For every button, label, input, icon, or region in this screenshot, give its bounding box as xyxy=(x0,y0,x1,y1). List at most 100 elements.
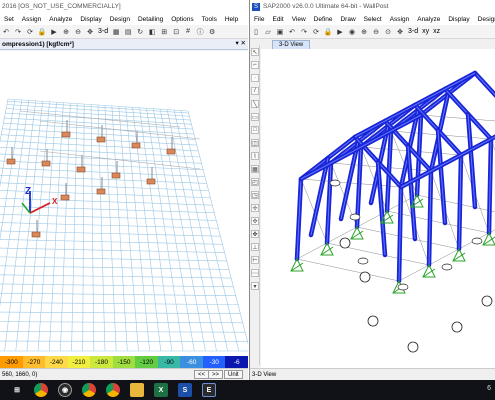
right-menu-draw[interactable]: Draw xyxy=(336,16,359,23)
reaction-marker-icon xyxy=(349,213,361,221)
pan-icon[interactable]: ✥ xyxy=(395,27,405,37)
windows-start-icon[interactable]: ⊞ xyxy=(10,383,24,397)
clear-selection-icon[interactable]: ◳ xyxy=(251,191,259,199)
draw-rect-area-icon[interactable]: □ xyxy=(251,126,259,134)
refresh-icon[interactable]: ⟳ xyxy=(25,27,35,37)
view-3d-button[interactable]: 3-d xyxy=(406,28,420,35)
left-model-svg[interactable]: Z X xyxy=(0,51,248,356)
undo-icon[interactable]: ↶ xyxy=(287,27,297,37)
zoom-fit-icon[interactable]: ⊙ xyxy=(383,27,393,37)
display-options-icon[interactable]: ◧ xyxy=(147,27,157,37)
pan-icon[interactable]: ✥ xyxy=(85,27,95,37)
reshape-icon[interactable]: ⌐ xyxy=(251,61,259,69)
view-xz-button[interactable]: xz xyxy=(431,28,442,35)
left-menu-design[interactable]: Design xyxy=(106,16,134,23)
left-model-viewport[interactable]: Z X xyxy=(0,51,248,356)
section-icon[interactable]: ⊞ xyxy=(159,27,169,37)
view-xy-button[interactable]: xy xyxy=(420,28,431,35)
labels-icon[interactable]: ⓘ xyxy=(195,27,205,37)
file-explorer-icon[interactable] xyxy=(130,383,144,397)
footing-pad xyxy=(111,172,121,179)
snap-fine-grid-icon[interactable]: ⋯ xyxy=(251,269,259,277)
save-icon[interactable]: ▣ xyxy=(275,27,285,37)
elevation-view-icon[interactable]: ▤ xyxy=(123,27,133,37)
left-menu-analyze[interactable]: Analyze xyxy=(45,16,76,23)
units-button[interactable]: Unit xyxy=(224,370,243,379)
pointer-icon[interactable]: ↖ xyxy=(251,48,259,56)
left-menu-display[interactable]: Display xyxy=(76,16,105,23)
draw-solid-icon[interactable]: ◫ xyxy=(251,139,259,147)
excel-icon[interactable]: X xyxy=(154,383,168,397)
right-menu-view[interactable]: View xyxy=(288,16,310,23)
rotate-icon[interactable]: ↻ xyxy=(135,27,145,37)
settings-icon[interactable]: ⚙ xyxy=(207,27,217,37)
right-menu-assign[interactable]: Assign xyxy=(386,16,414,23)
left-menu-detailing[interactable]: Detailing xyxy=(134,16,167,23)
view-3d-button[interactable]: 3-d xyxy=(96,28,110,35)
zoom-in-icon[interactable]: ⊕ xyxy=(61,27,71,37)
redo-icon[interactable]: ↷ xyxy=(13,27,23,37)
draw-cable-icon[interactable]: ╲ xyxy=(251,100,259,108)
next-button[interactable]: >> xyxy=(208,370,224,379)
tab-3d-view[interactable]: 3-D View xyxy=(272,40,311,49)
chrome-icon[interactable] xyxy=(34,383,48,397)
stop-icon[interactable]: ◉ xyxy=(347,27,357,37)
refresh-icon[interactable]: ⟳ xyxy=(311,27,321,37)
beam-line xyxy=(19,110,181,128)
select-all-icon[interactable]: ▦ xyxy=(251,165,259,173)
snap-midpoint-icon[interactable]: ✣ xyxy=(251,217,259,225)
left-menu-assign[interactable]: Assign xyxy=(18,16,46,23)
right-menu-select[interactable]: Select xyxy=(360,16,386,23)
left-menu-options[interactable]: Options xyxy=(167,16,197,23)
zoom-out-icon[interactable]: ⊖ xyxy=(73,27,83,37)
snap-perpendicular-icon[interactable]: ⊥ xyxy=(251,243,259,251)
footing-pad xyxy=(31,231,41,238)
snap-lines-icon[interactable]: ⊢ xyxy=(251,256,259,264)
select-icon[interactable]: ⊡ xyxy=(171,27,181,37)
prev-button[interactable]: << xyxy=(194,370,210,379)
left-menu-tools[interactable]: Tools xyxy=(198,16,221,23)
right-menu-file[interactable]: File xyxy=(250,16,268,23)
snap-more-icon[interactable]: ▾ xyxy=(251,282,259,290)
redo-icon[interactable]: ↷ xyxy=(299,27,309,37)
run-icon[interactable]: ▶ xyxy=(49,27,59,37)
lock-icon[interactable]: 🔒 xyxy=(37,27,47,37)
obs-icon[interactable]: ◉ xyxy=(58,383,72,397)
run-icon[interactable]: ▶ xyxy=(335,27,345,37)
right-menu-edit[interactable]: Edit xyxy=(268,16,287,23)
draw-area-icon[interactable]: ▭ xyxy=(251,113,259,121)
right-model-svg[interactable] xyxy=(261,49,495,369)
snap-joints-icon[interactable]: ✢ xyxy=(251,204,259,212)
footing-pad xyxy=(76,166,86,173)
lock-icon[interactable]: 🔒 xyxy=(323,27,333,37)
new-file-icon[interactable]: ▯ xyxy=(251,27,261,37)
open-icon[interactable]: ▱ xyxy=(263,27,273,37)
right-menu-display[interactable]: Display xyxy=(444,16,473,23)
right-toolbar: ▯ ▱ ▣ ↶ ↷ ⟳ 🔒 ▶ ◉ ⊕ ⊖ ⊙ ✥ 3-d xy xz xyxy=(250,25,495,39)
panel-controls-icon[interactable]: ▾ ✕ xyxy=(235,39,246,47)
chrome-icon[interactable] xyxy=(82,383,96,397)
draw-frame-icon[interactable]: / xyxy=(251,87,259,95)
grid-line xyxy=(0,256,227,262)
zoom-in-icon[interactable]: ⊕ xyxy=(359,27,369,37)
right-model-viewport[interactable] xyxy=(261,49,495,369)
right-menu-define[interactable]: Define xyxy=(310,16,337,23)
left-menu-set[interactable]: Set xyxy=(0,16,18,23)
chrome-icon[interactable] xyxy=(106,383,120,397)
sap2000-icon[interactable]: S xyxy=(178,383,192,397)
zoom-out-icon[interactable]: ⊖ xyxy=(371,27,381,37)
right-draw-sidebar: ↖ ⌐ · / ╲ ▭ □ ◫ ⌇ ▦ ◰ ◳ ✢ ✣ ✤ ⊥ ⊢ ⋯ ▾ xyxy=(250,45,260,365)
draw-link-icon[interactable]: ⌇ xyxy=(251,152,259,160)
left-menu-help[interactable]: Help xyxy=(221,16,242,23)
legend-swatch: -270 xyxy=(22,356,46,368)
grid-icon[interactable]: # xyxy=(183,27,193,37)
etabs-icon[interactable]: E xyxy=(202,383,216,397)
legend-swatch: -210 xyxy=(67,356,91,368)
select-previous-icon[interactable]: ◰ xyxy=(251,178,259,186)
right-menu-analyze[interactable]: Analyze xyxy=(413,16,444,23)
snap-intersection-icon[interactable]: ✤ xyxy=(251,230,259,238)
plan-view-icon[interactable]: ▦ xyxy=(111,27,121,37)
right-menu-design[interactable]: Design xyxy=(474,16,495,23)
undo-icon[interactable]: ↶ xyxy=(1,27,11,37)
draw-joint-icon[interactable]: · xyxy=(251,74,259,82)
